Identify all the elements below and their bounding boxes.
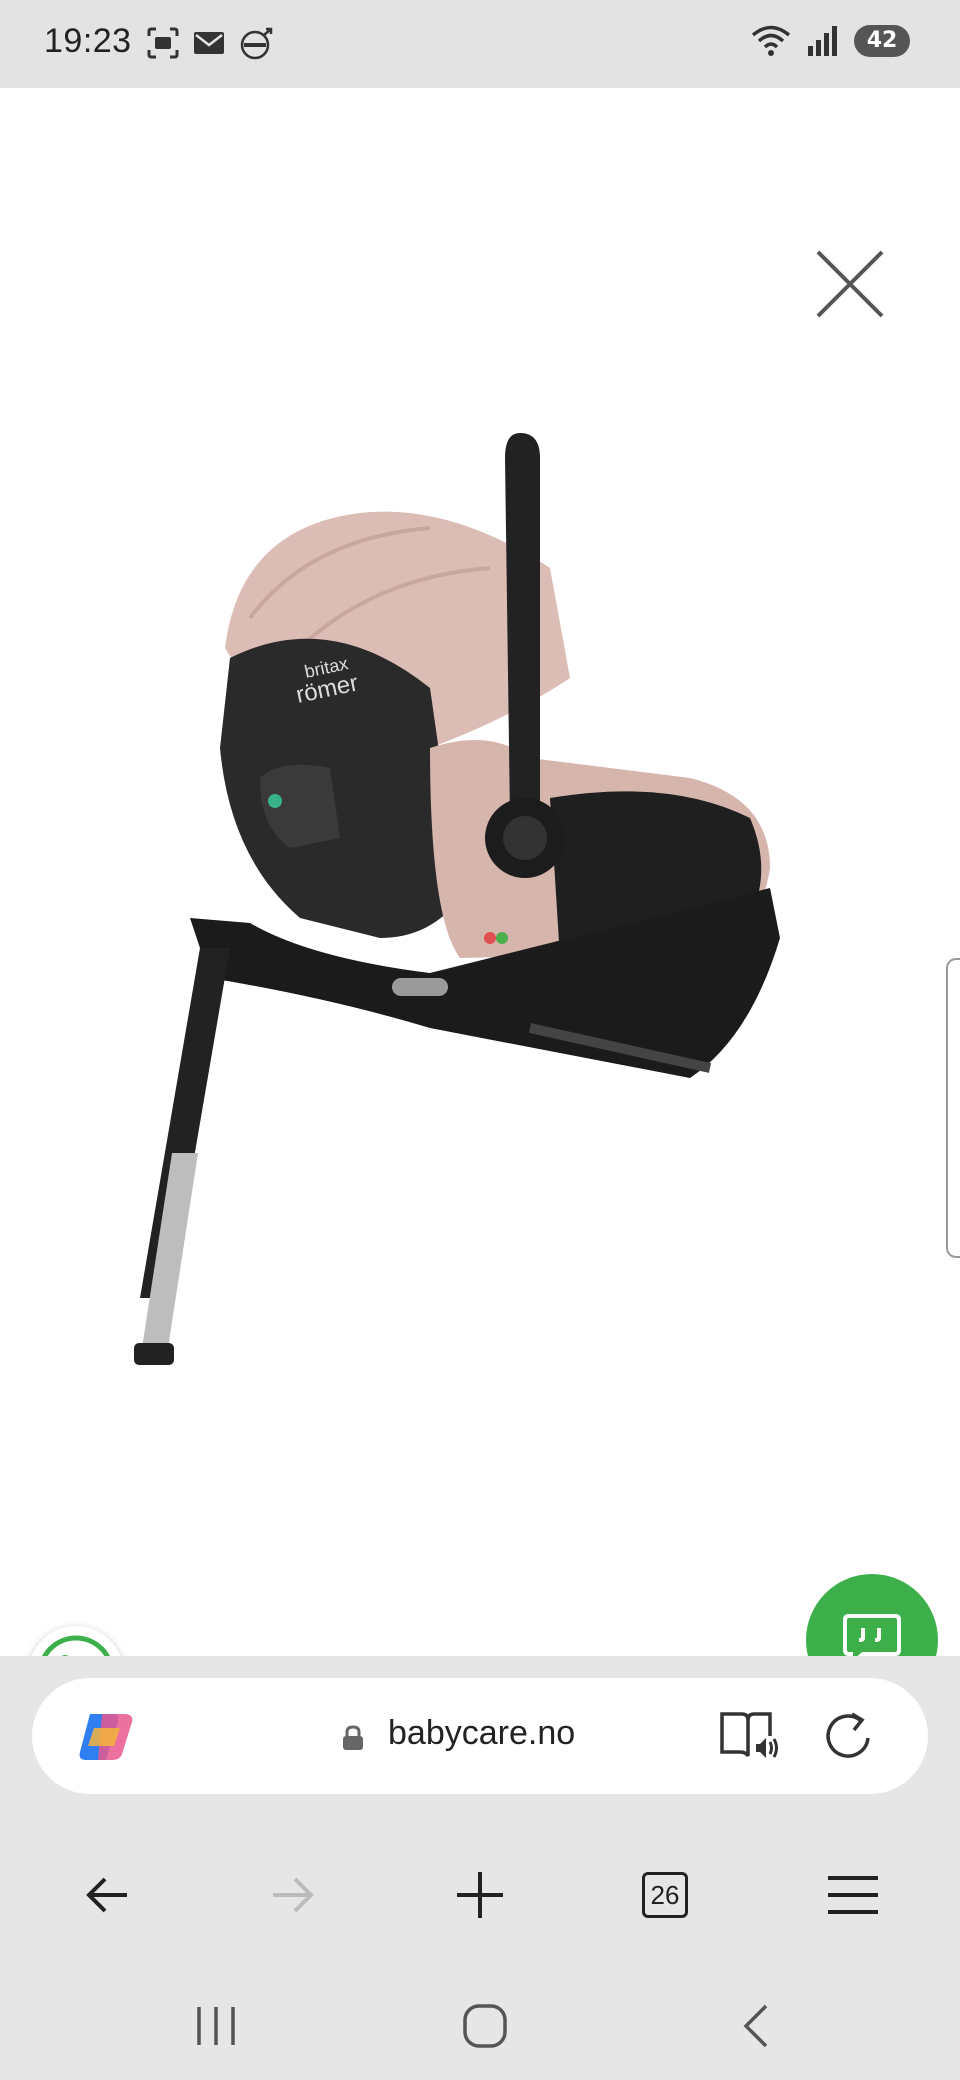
- close-icon[interactable]: [812, 246, 888, 322]
- chevron-left-icon: [743, 2004, 768, 2048]
- status-icons-left: [146, 26, 274, 62]
- arrow-right-icon: [273, 1877, 314, 1913]
- side-scroll-handle[interactable]: [946, 958, 960, 1258]
- browser-toolbar: babycare.no 26: [0, 1656, 960, 2080]
- arrow-left-icon: [86, 1877, 127, 1913]
- product-gallery[interactable]: britax römer: [0, 88, 960, 1722]
- product-image-car-seat: britax römer: [134, 433, 780, 1365]
- new-tab-button[interactable]: [445, 1860, 515, 1930]
- plus-icon: [457, 1872, 503, 1918]
- status-time: 19:23: [44, 22, 132, 60]
- home-icon: [463, 2004, 507, 2048]
- lock-icon: [343, 1725, 363, 1750]
- mail-icon: [194, 32, 224, 54]
- screenshot-icon: [147, 27, 179, 59]
- battery-icon: 42: [854, 25, 910, 57]
- recent-apps-icon: [197, 2007, 235, 2045]
- copilot-icon[interactable]: [76, 1710, 138, 1764]
- wifi-icon: [751, 25, 791, 56]
- tabs-button[interactable]: 26: [630, 1860, 700, 1930]
- reload-icon[interactable]: [824, 1710, 876, 1764]
- forward-button[interactable]: [258, 1860, 328, 1930]
- tab-count: 26: [642, 1872, 688, 1918]
- back-button[interactable]: [72, 1860, 142, 1930]
- system-navigation-bar: [0, 1966, 960, 2080]
- browser-nav-row: 26: [0, 1844, 960, 1944]
- status-icons-right: 42: [750, 24, 910, 58]
- hamburger-menu-icon: [828, 1876, 878, 1914]
- recent-apps-button[interactable]: [176, 1986, 256, 2066]
- system-back-button[interactable]: [716, 1986, 796, 2066]
- volvo-icon: [240, 27, 273, 60]
- signal-icon: [808, 26, 837, 56]
- read-aloud-icon[interactable]: [718, 1710, 782, 1764]
- menu-button[interactable]: [818, 1860, 888, 1930]
- address-bar[interactable]: babycare.no: [32, 1678, 928, 1794]
- status-bar: 19:23 42: [0, 0, 960, 88]
- url-text[interactable]: babycare.no: [388, 1714, 575, 1753]
- home-button[interactable]: [445, 1986, 525, 2066]
